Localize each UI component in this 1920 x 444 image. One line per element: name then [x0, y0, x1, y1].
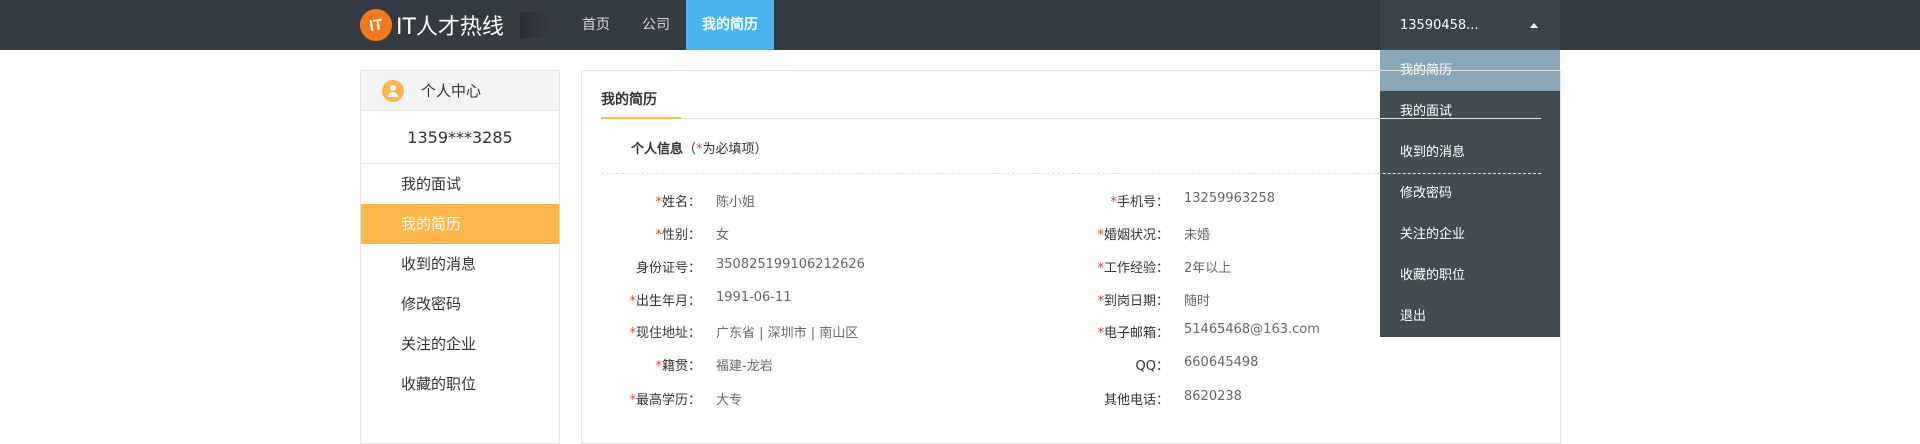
site-logo[interactable]: IT IT人才热线	[357, 6, 550, 44]
field-label: 姓名：	[661, 195, 701, 210]
field-value: 660645498	[1184, 355, 1259, 370]
user-account-label: 13590458...	[1400, 18, 1479, 33]
field-label: 最高学历：	[635, 393, 701, 408]
field-value: 51465468@163.com	[1184, 322, 1320, 337]
field-native-place: *籍贯： 福建-龙岩	[601, 355, 773, 374]
field-label: 现住地址：	[635, 326, 701, 341]
section-note-open: （	[683, 142, 697, 157]
section-divider	[601, 173, 1541, 174]
sidebar-header: 个人中心	[361, 71, 559, 111]
nav-home[interactable]: 首页	[566, 0, 626, 50]
field-value: 福建-龙岩	[716, 359, 773, 374]
field-value: 大专	[716, 393, 743, 408]
field-value: 广东省 | 深圳市 | 南山区	[716, 326, 859, 341]
nav-company[interactable]: 公司	[626, 0, 686, 50]
field-label: 到岗日期：	[1103, 294, 1169, 309]
field-birth-date: *出生年月： 1991-06-11	[601, 290, 792, 309]
tab-bar: 我的简历	[601, 71, 1541, 119]
field-start-date: *到岗日期： 随时	[1069, 290, 1210, 309]
field-label: 出生年月：	[635, 294, 701, 309]
field-value: 2年以上	[1184, 261, 1232, 276]
field-gender: *性别： 女	[601, 224, 729, 243]
sidebar-phone: 1359***3285	[361, 111, 559, 164]
field-mobile: *手机号： 13259963258	[1069, 191, 1275, 210]
caret-up-icon	[1530, 23, 1538, 28]
field-label: 身份证号：	[635, 261, 701, 276]
field-value: 1991-06-11	[716, 290, 792, 305]
nav-my-resume[interactable]: 我的简历	[686, 0, 774, 50]
field-label: 籍贯：	[661, 359, 701, 374]
field-other-phone: 其他电话： 8620238	[1069, 389, 1242, 408]
field-email: *电子邮箱： 51465468@163.com	[1069, 322, 1320, 341]
field-value: 350825199106212626	[716, 257, 865, 272]
field-label: 手机号：	[1116, 195, 1169, 210]
section-title-text: 个人信息	[631, 142, 684, 157]
user-icon	[382, 79, 404, 102]
field-label: 性别：	[661, 228, 701, 243]
sidebar-item-interviews[interactable]: 我的面试	[361, 164, 559, 204]
field-education: *最高学历： 大专	[601, 389, 742, 408]
resume-panel: 我的简历 个人信息（*为必填项） *姓名： 陈小姐 *性别： 女 身份证号： 3…	[581, 70, 1561, 444]
field-marital-status: *婚姻状况： 未婚	[1069, 224, 1210, 243]
field-value: 未婚	[1184, 228, 1211, 243]
sidebar: 个人中心 1359***3285 我的面试 我的简历 收到的消息 修改密码 关注…	[360, 70, 560, 444]
main-nav: 首页 公司 我的简历	[566, 0, 774, 50]
field-id-number: 身份证号： 350825199106212626	[601, 257, 865, 276]
sidebar-item-messages[interactable]: 收到的消息	[361, 244, 559, 284]
field-address: *现住地址： 广东省 | 深圳市 | 南山区	[601, 322, 858, 341]
sidebar-item-followed-companies[interactable]: 关注的企业	[361, 324, 559, 364]
sidebar-item-saved-jobs[interactable]: 收藏的职位	[361, 364, 559, 404]
field-qq: QQ： 660645498	[1069, 355, 1259, 374]
field-value: 8620238	[1184, 389, 1242, 404]
field-name: *姓名： 陈小姐	[601, 191, 755, 210]
field-label: 电子邮箱：	[1103, 326, 1169, 341]
field-value: 女	[716, 228, 730, 243]
field-value: 陈小姐	[716, 195, 756, 210]
field-label: QQ：	[1135, 359, 1169, 374]
logo-badge: IT	[357, 6, 395, 44]
sidebar-item-change-password[interactable]: 修改密码	[361, 284, 559, 324]
sidebar-item-my-resume[interactable]: 我的简历	[361, 204, 559, 244]
field-label: 婚姻状况：	[1103, 228, 1169, 243]
logo-text: IT人才热线	[396, 15, 504, 40]
field-value: 13259963258	[1184, 191, 1275, 206]
tab-my-resume[interactable]: 我的简历	[601, 89, 681, 119]
field-value: 随时	[1184, 294, 1211, 309]
top-navbar: IT IT人才热线 首页 公司 我的简历 13590458...	[0, 0, 1920, 50]
field-work-experience: *工作经验： 2年以上	[1069, 257, 1231, 276]
section-note: 为必填项）	[702, 142, 768, 157]
field-label: 工作经验：	[1103, 261, 1169, 276]
user-menu-toggle[interactable]: 13590458...	[1380, 0, 1560, 50]
field-label: 其他电话：	[1103, 393, 1169, 408]
section-title: 个人信息（*为必填项）	[631, 138, 768, 157]
sidebar-title: 个人中心	[421, 82, 482, 100]
logo-decoration	[520, 12, 550, 38]
